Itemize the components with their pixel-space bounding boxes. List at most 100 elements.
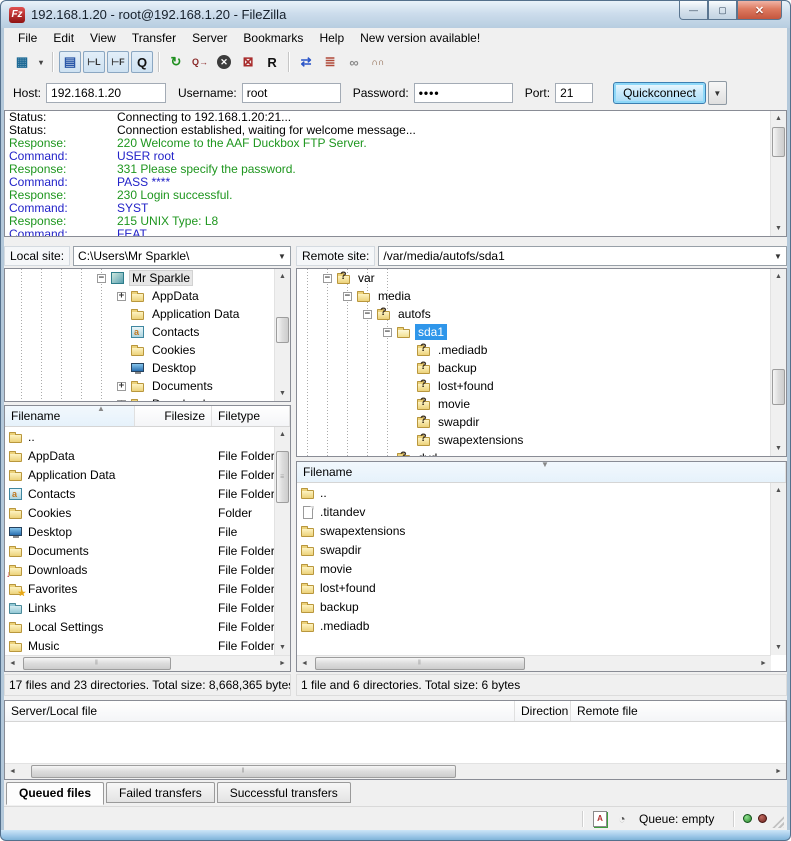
synchronized-transfer-button[interactable]: ⇄ (295, 51, 317, 73)
tree-item-desktop[interactable]: Desktop (5, 359, 275, 377)
tree-expander-plus[interactable]: + (117, 382, 126, 391)
file-row-swapdir[interactable]: swapdir (297, 540, 771, 559)
scroll-left-icon[interactable]: ◄ (5, 764, 20, 779)
column-header-filename[interactable]: ▼Filename (297, 462, 786, 482)
file-row-[interactable]: .. (297, 483, 771, 502)
tree-item-appdata[interactable]: +AppData (5, 287, 275, 305)
tree-expander-minus[interactable]: − (97, 274, 106, 283)
tab-queued-files[interactable]: Queued files (6, 782, 104, 805)
tab-successful-transfers[interactable]: Successful transfers (217, 782, 351, 803)
scrollbar-thumb[interactable]: 𝍪 (315, 657, 525, 670)
file-row-[interactable]: .. (5, 427, 275, 446)
column-header-remote-file[interactable]: Remote file (571, 701, 786, 721)
remote-list-scrollbar-horizontal[interactable]: ◄ 𝍪 ► (297, 655, 771, 671)
process-queue-button[interactable]: Q→ (189, 51, 211, 73)
file-row-movie[interactable]: movie (297, 559, 771, 578)
scrollbar-thumb[interactable]: 𝍪 (23, 657, 171, 670)
chevron-down-icon[interactable]: ▼ (770, 252, 786, 261)
tree-item-autofs[interactable]: −?autofs (297, 305, 771, 323)
menu-item-edit[interactable]: Edit (45, 29, 82, 47)
file-row-music[interactable]: MusicFile Folder (5, 636, 275, 655)
scroll-down-icon[interactable]: ▼ (771, 441, 786, 456)
scroll-down-icon[interactable]: ▼ (275, 640, 290, 655)
remote-site-combobox[interactable]: ▼ (378, 246, 787, 266)
close-button[interactable]: ✕ (737, 1, 782, 20)
toggle-message-log-button[interactable]: ▤ (59, 51, 81, 73)
resize-grip[interactable] (771, 815, 784, 828)
tree-item-downloads[interactable]: +↓Downloads (5, 395, 275, 401)
scroll-right-icon[interactable]: ► (275, 656, 290, 671)
file-row-downloads[interactable]: ↓DownloadsFile Folder (5, 560, 275, 579)
file-search-button[interactable]: ∩∩ (367, 51, 389, 73)
password-input[interactable] (414, 83, 513, 103)
minimize-button[interactable]: — (679, 1, 708, 20)
file-row-swapextensions[interactable]: swapextensions (297, 521, 771, 540)
maximize-button[interactable]: ▢ (708, 1, 737, 20)
menu-item-help[interactable]: Help (311, 29, 352, 47)
file-row-application-data[interactable]: Application DataFile Folder (5, 465, 275, 484)
column-header-server-local-file[interactable]: Server/Local file (5, 701, 515, 721)
file-row-local-settings[interactable]: Local SettingsFile Folder (5, 617, 275, 636)
scroll-down-icon[interactable]: ▼ (275, 386, 290, 401)
scroll-down-icon[interactable]: ▼ (771, 221, 786, 236)
tree-item-mediadb[interactable]: ?.mediadb (297, 341, 771, 359)
file-row-favorites[interactable]: ★FavoritesFile Folder (5, 579, 275, 598)
queue-scrollbar-horizontal[interactable]: ◄ 𝍪 ► (5, 763, 786, 779)
scrollbar-thumb[interactable]: 𝍪 (31, 765, 456, 778)
menu-item-view[interactable]: View (82, 29, 124, 47)
scroll-up-icon[interactable]: ▲ (771, 269, 786, 284)
quickconnect-button[interactable]: Quickconnect (613, 82, 706, 104)
cancel-operation-button[interactable]: ✕ (213, 51, 235, 73)
message-log-scrollbar[interactable]: ▲ ▼ (770, 111, 786, 236)
tree-expander-plus[interactable]: + (117, 292, 126, 301)
tree-item-media[interactable]: −media (297, 287, 771, 305)
refresh-button[interactable]: ↻ (165, 51, 187, 73)
disconnect-button[interactable]: ⊠ (237, 51, 259, 73)
menu-item-bookmarks[interactable]: Bookmarks (235, 29, 311, 47)
site-manager-dropdown-button[interactable]: ▾ (35, 51, 47, 73)
scrollbar-thumb[interactable] (276, 317, 289, 343)
toggle-remote-tree-button[interactable]: ⊢F (107, 51, 129, 73)
quickconnect-dropdown-button[interactable]: ▼ (708, 81, 727, 105)
port-input[interactable] (555, 83, 593, 103)
tree-item-cookies[interactable]: Cookies (5, 341, 275, 359)
username-input[interactable] (242, 83, 341, 103)
tree-item-contacts[interactable]: Contacts (5, 323, 275, 341)
menu-item-transfer[interactable]: Transfer (124, 29, 184, 47)
tree-expander-plus[interactable]: + (117, 400, 126, 402)
toggle-queue-button[interactable]: Q (131, 51, 153, 73)
scroll-up-icon[interactable]: ▲ (771, 483, 786, 498)
tree-item-dvd[interactable]: ?dvd (297, 449, 771, 456)
remote-list-scrollbar-vertical[interactable]: ▲ ▼ (770, 483, 786, 655)
tree-item-lost-found[interactable]: ?lost+found (297, 377, 771, 395)
file-row-mediadb[interactable]: .mediadb (297, 616, 771, 635)
column-header-direction[interactable]: Direction (515, 701, 571, 721)
scroll-down-icon[interactable]: ▼ (771, 640, 786, 655)
tree-item-mr-sparkle[interactable]: −Mr Sparkle (5, 269, 275, 287)
tree-item-swapextensions[interactable]: ?swapextensions (297, 431, 771, 449)
scroll-up-icon[interactable]: ▲ (275, 427, 290, 442)
local-list-scrollbar-vertical[interactable]: ▲ ≡ ▼ (274, 427, 290, 655)
column-header-filetype[interactable]: Filetype (212, 406, 290, 426)
local-list-scrollbar-horizontal[interactable]: ◄ 𝍪 ► (5, 655, 290, 671)
file-row-desktop[interactable]: DesktopFile (5, 522, 275, 541)
tree-item-movie[interactable]: ?movie (297, 395, 771, 413)
remote-tree-scrollbar[interactable]: ▲ ▼ (770, 269, 786, 456)
column-header-filename[interactable]: ▲Filename (5, 406, 135, 426)
file-row-lost-found[interactable]: lost+found (297, 578, 771, 597)
transfer-type-icon[interactable]: A (591, 811, 609, 827)
menu-item-file[interactable]: File (10, 29, 45, 47)
tree-expander-minus[interactable]: − (383, 328, 392, 337)
tree-item-sda1[interactable]: −sda1 (297, 323, 771, 341)
file-row-contacts[interactable]: ContactsFile Folder (5, 484, 275, 503)
file-row-links[interactable]: LinksFile Folder (5, 598, 275, 617)
scrollbar-thumb[interactable] (772, 127, 785, 157)
scrollbar-thumb[interactable] (772, 369, 785, 405)
local-site-combobox[interactable]: ▼ (73, 246, 291, 266)
tree-item-swapdir[interactable]: ?swapdir (297, 413, 771, 431)
tree-expander-minus[interactable]: − (323, 274, 332, 283)
scroll-left-icon[interactable]: ◄ (5, 656, 20, 671)
site-manager-button[interactable]: ▦ (11, 51, 33, 73)
tree-item-application-data[interactable]: Application Data (5, 305, 275, 323)
host-input[interactable] (46, 83, 166, 103)
